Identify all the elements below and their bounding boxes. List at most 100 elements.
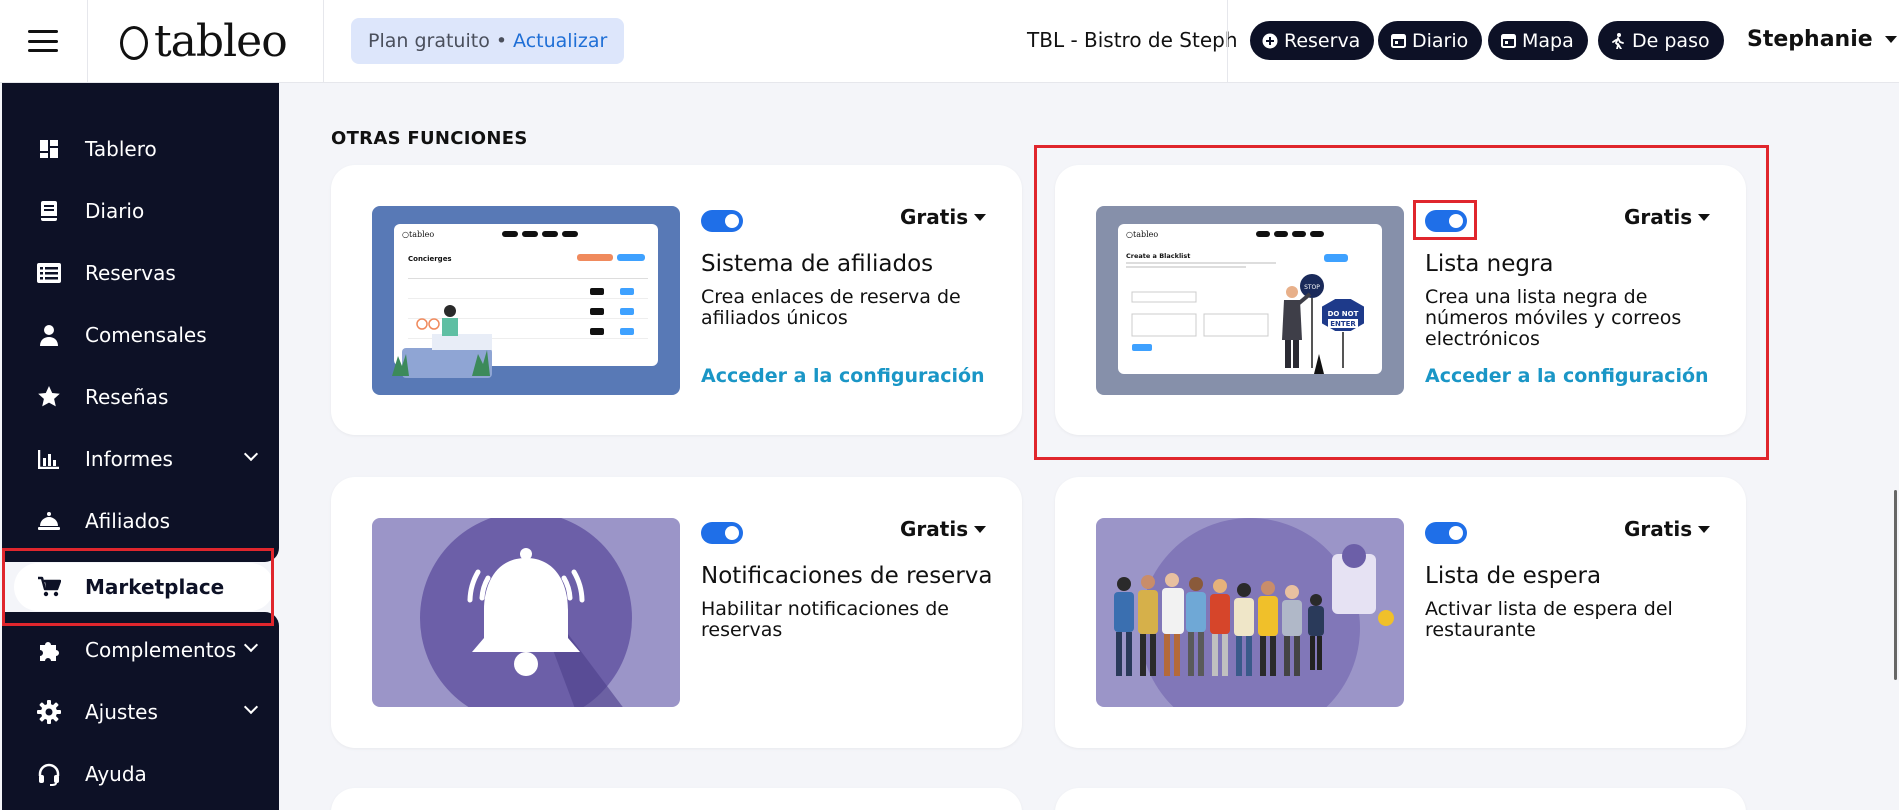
card-title: Sistema de afiliados [701,251,934,277]
thumb-blacklist-title: Create a Blacklist [1126,252,1190,260]
sidebar-item-label: Afiliados [85,509,170,533]
enable-toggle[interactable] [701,522,743,544]
plus-circle-icon [1262,33,1278,49]
card-image [1096,518,1404,707]
card-image [372,518,680,707]
upgrade-link[interactable]: Actualizar [513,30,607,52]
venue-name: TBL - Bistro de Steph [1027,28,1238,52]
card-lista-de-espera: Gratis Lista de espera Activar lista de … [1055,477,1746,748]
settings-link[interactable]: Acceder a la configuración [701,365,985,387]
book-icon [36,198,62,224]
sidebar-item-diario[interactable]: Diario [2,185,279,237]
sidebar-item-label: Ayuda [85,762,147,786]
star-icon [36,384,62,410]
caret-down-icon [974,525,987,533]
sidebar-item-label: Reseñas [85,385,169,409]
reserva-button[interactable]: Reserva [1250,21,1375,60]
cloche-icon [36,508,62,534]
de-paso-button[interactable]: De paso [1598,21,1724,60]
headset-icon [36,761,62,787]
price-dropdown[interactable]: Gratis [900,205,987,229]
mapa-button[interactable]: Mapa [1488,21,1588,60]
sidebar-item-complementos[interactable]: Complementos [2,624,279,676]
header-divider [1227,0,1228,83]
card-sistema-de-afiliados: ○tableo Concierges Gratis Sistema de afi… [331,165,1022,435]
price-dropdown[interactable]: Gratis [900,517,987,541]
card-description: Crea una lista negra de números móviles … [1425,286,1682,350]
chevron-down-icon [1884,36,1897,43]
sidebar-item-ayuda[interactable]: Ayuda [2,748,279,800]
sidebar-item-label: Tablero [85,137,157,161]
caret-down-icon [1698,525,1711,533]
price-label: Gratis [900,205,969,229]
card-partial [1055,788,1746,810]
sidebar-item-resenas[interactable]: Reseñas [2,371,279,423]
header-divider [323,0,324,83]
sidebar-item-label: Diario [85,199,145,223]
sidebar-active-wrap: Marketplace [2,548,279,626]
sidebar-item-label: Ajustes [85,700,158,724]
user-icon [36,322,62,348]
card-image: ○tableo Create a Blacklist STOP DO NOT E… [1096,206,1404,395]
sidebar-item-tablero[interactable]: Tablero [2,123,279,175]
chevron-down-icon [243,637,259,653]
sidebar-item-reservas[interactable]: Reservas [2,247,279,299]
settings-link[interactable]: Acceder a la configuración [1425,365,1709,387]
card-description: Activar lista de espera del restaurante [1425,598,1673,641]
price-label: Gratis [1624,205,1693,229]
section-title: OTRAS FUNCIONES [331,128,528,149]
sidebar-item-label: Reservas [85,261,176,285]
mapa-label: Mapa [1522,29,1574,52]
enable-toggle[interactable] [1425,522,1467,544]
card-title: Notificaciones de reserva [701,563,993,589]
thumb-do-not-text: DO NOT [1328,310,1359,318]
sidebar: Tablero Diario Reservas Comensales Reseñ… [2,83,279,810]
bar-chart-icon [36,446,62,472]
sidebar-item-comensales[interactable]: Comensales [2,309,279,361]
sidebar-item-informes[interactable]: Informes [2,433,279,485]
sidebar-item-afiliados[interactable]: Afiliados [2,495,279,547]
svg-text:○tableo: ○tableo [402,230,434,239]
enable-toggle[interactable] [1425,210,1467,232]
list-icon [36,260,62,286]
caret-down-icon [1698,213,1711,221]
cart-icon [36,574,62,600]
card-description: Crea enlaces de reserva de afiliados úni… [701,286,961,329]
dashboard-icon [36,136,62,162]
hamburger-menu-icon[interactable] [28,30,58,52]
enable-toggle[interactable] [701,210,743,232]
plan-label: Plan gratuito [368,30,490,52]
top-header: tableo Plan gratuito • Actualizar TBL - … [0,0,1899,83]
price-label: Gratis [1624,517,1693,541]
thumb-enter-text: ENTER [1330,320,1356,328]
diario-button[interactable]: Diario [1378,21,1483,60]
sidebar-curve [2,548,279,562]
user-menu[interactable]: Stephanie [1747,27,1897,52]
walking-icon [1610,32,1626,49]
thumb-concierges-title: Concierges [408,255,452,263]
caret-down-icon [974,213,987,221]
scrollbar[interactable] [1894,490,1897,680]
puzzle-icon [36,637,62,663]
price-dropdown[interactable]: Gratis [1624,205,1711,229]
chevron-down-icon [243,446,259,462]
card-partial [331,788,1022,810]
calendar-icon [1390,33,1406,49]
price-dropdown[interactable]: Gratis [1624,517,1711,541]
svg-text:○tableo: ○tableo [1126,230,1158,239]
plan-separator: • [495,30,508,52]
diario-label: Diario [1412,29,1469,52]
sidebar-item-ajustes[interactable]: Ajustes [2,686,279,738]
tableo-logo[interactable]: tableo [120,15,288,67]
de-paso-label: De paso [1632,29,1710,52]
card-image: ○tableo Concierges [372,206,680,395]
logo-text: tableo [154,15,288,67]
price-label: Gratis [900,517,969,541]
thumb-stop-sign-text: STOP [1304,284,1320,291]
card-title: Lista de espera [1425,563,1602,589]
calendar-icon [1500,33,1516,49]
sidebar-item-marketplace[interactable]: Marketplace [14,563,274,611]
sidebar-item-label: Complementos [85,638,237,662]
sidebar-item-label: Informes [85,447,173,471]
gear-icon [36,699,62,725]
